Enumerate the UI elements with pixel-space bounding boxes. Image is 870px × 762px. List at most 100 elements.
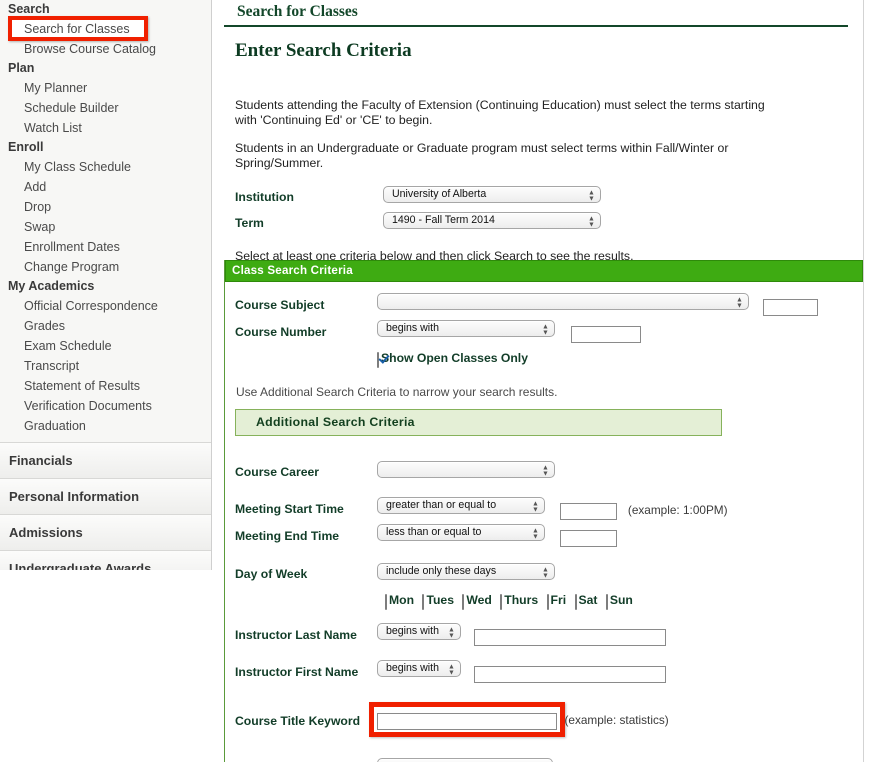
meeting-time-example: (example: 1:00PM): [622, 503, 728, 517]
meeting-end-operator-select[interactable]: less than or equal to: [377, 524, 545, 541]
sidebar-section-financials[interactable]: Financials: [0, 442, 211, 479]
day-label-mon: Mon: [389, 593, 414, 607]
instructor-last-operator-wrap: begins with ▲▼: [377, 623, 461, 645]
red-highlight-box-course-title-keyword: [377, 711, 557, 730]
meeting-start-time-input[interactable]: [560, 503, 617, 520]
term-select-cell: 1490 - Fall Term 2014 ▲▼: [383, 212, 601, 238]
institution-select-wrap: University of Alberta ▲▼: [383, 186, 601, 208]
instructor-first-operator-wrap: begins with ▲▼: [377, 660, 461, 682]
spacer-cell: [235, 587, 377, 614]
sidebar-item-official-correspondence[interactable]: Official Correspondence: [0, 296, 211, 316]
sidebar-item-drop[interactable]: Drop: [0, 197, 211, 217]
day-checkbox-wed[interactable]: [462, 594, 464, 610]
day-of-week-checkbox-group: Mon Tues Wed Thurs Fri Sat Sun: [377, 589, 728, 613]
meeting-end-time-cell: less than or equal to ▲▼: [377, 522, 728, 549]
sidebar-item-transcript[interactable]: Transcript: [0, 356, 211, 376]
instructor-first-operator-select[interactable]: begins with: [377, 660, 461, 677]
sidebar-item-graduation[interactable]: Graduation: [0, 416, 211, 436]
day-checkbox-sun[interactable]: [606, 594, 608, 610]
sidebar-section-admissions[interactable]: Admissions: [0, 514, 211, 551]
day-label-fri: Fri: [551, 593, 567, 607]
term-select[interactable]: 1490 - Fall Term 2014: [383, 212, 601, 229]
day-of-week-operator-select[interactable]: include only these days: [377, 563, 555, 580]
spacer-cell: [235, 345, 377, 372]
course-component-cell: ▲▼: [377, 755, 728, 762]
day-checkboxes-cell: Mon Tues Wed Thurs Fri Sat Sun: [377, 587, 728, 614]
course-career-row: Course Career ▲▼: [235, 458, 728, 485]
sidebar-item-search-for-classes[interactable]: Search for Classes: [0, 20, 211, 38]
sidebar-item-enrollment-dates[interactable]: Enrollment Dates: [0, 237, 211, 257]
instructor-last-name-row: Instructor Last Name begins with ▲▼: [235, 621, 728, 648]
day-of-week-cell: include only these days ▲▼: [377, 560, 728, 587]
instructor-last-operator-select[interactable]: begins with: [377, 623, 461, 640]
meeting-start-time-label: Meeting Start Time: [235, 495, 377, 522]
sidebar-item-my-planner[interactable]: My Planner: [0, 78, 211, 98]
course-title-keyword-row: Course Title Keyword (example: statistic…: [235, 707, 728, 734]
day-checkbox-sat[interactable]: [575, 594, 577, 610]
course-title-keyword-label: Course Title Keyword: [235, 707, 377, 734]
instructor-last-name-input[interactable]: [474, 629, 666, 646]
info-paragraph-continuing-ed: Students attending the Faculty of Extens…: [224, 98, 775, 128]
course-career-label: Course Career: [235, 458, 377, 485]
sidebar-section-undergraduate-awards[interactable]: Undergraduate Awards: [0, 550, 211, 570]
term-select-wrap: 1490 - Fall Term 2014 ▲▼: [383, 212, 601, 234]
term-label: Term: [235, 212, 383, 238]
show-open-classes-only-row[interactable]: Show Open Classes Only: [377, 347, 818, 371]
day-of-week-label: Day of Week: [235, 560, 377, 587]
course-number-input[interactable]: [571, 326, 641, 343]
instructor-first-name-row: Instructor First Name begins with ▲▼: [235, 658, 728, 685]
day-label-thurs: Thurs: [504, 593, 538, 607]
sidebar-section-personal-information[interactable]: Personal Information: [0, 478, 211, 515]
main-content: Search for Classes Enter Search Criteria…: [224, 0, 870, 762]
page-root: Search Search for Classes Browse Course …: [0, 0, 870, 762]
sidebar-item-swap[interactable]: Swap: [0, 217, 211, 237]
additional-search-criteria-toggle[interactable]: Additional Search Criteria: [235, 409, 722, 436]
day-checkbox-mon[interactable]: [385, 594, 387, 610]
info-paragraph-undergrad-grad: Students in an Undergraduate or Graduate…: [224, 141, 775, 171]
sidebar-item-verification-documents[interactable]: Verification Documents: [0, 396, 211, 416]
institution-select[interactable]: University of Alberta: [383, 186, 601, 203]
institution-select-cell: University of Alberta ▲▼: [383, 186, 601, 212]
course-subject-select[interactable]: [377, 293, 749, 310]
course-title-keyword-input[interactable]: [377, 713, 557, 730]
sidebar-item-watch-list[interactable]: Watch List: [0, 118, 211, 138]
meeting-start-operator-select[interactable]: greater than or equal to: [377, 497, 545, 514]
sidebar: Search Search for Classes Browse Course …: [0, 0, 212, 570]
sidebar-item-change-program[interactable]: Change Program: [0, 257, 211, 277]
meeting-end-time-input[interactable]: [560, 530, 617, 547]
day-checkbox-fri[interactable]: [547, 594, 549, 610]
course-title-example: (example: statistics): [561, 713, 668, 727]
institution-row: Institution University of Alberta ▲▼: [235, 186, 601, 212]
course-career-select[interactable]: [377, 461, 555, 478]
instructor-first-name-input[interactable]: [474, 666, 666, 683]
show-open-classes-only-checkbox[interactable]: [377, 352, 379, 368]
page-title: Search for Classes: [224, 0, 848, 27]
course-career-select-wrap: ▲▼: [377, 461, 555, 483]
sidebar-item-add[interactable]: Add: [0, 177, 211, 197]
course-number-operator-wrap: begins with ▲▼: [377, 320, 555, 342]
course-component-select[interactable]: [377, 758, 553, 762]
sidebar-item-exam-schedule[interactable]: Exam Schedule: [0, 336, 211, 356]
show-open-row: Show Open Classes Only: [235, 345, 818, 372]
sidebar-item-grades[interactable]: Grades: [0, 316, 211, 336]
instructor-last-name-cell: begins with ▲▼: [377, 621, 728, 648]
sidebar-item-my-class-schedule[interactable]: My Class Schedule: [0, 157, 211, 177]
course-subject-select-cell: ▲▼: [377, 291, 818, 318]
nav-group-title-enroll: Enroll: [0, 138, 211, 157]
meeting-end-time-row: Meeting End Time less than or equal to ▲…: [235, 522, 728, 549]
day-checkbox-thurs[interactable]: [500, 594, 502, 610]
sidebar-item-statement-of-results[interactable]: Statement of Results: [0, 376, 211, 396]
show-open-classes-only-label: Show Open Classes Only: [381, 351, 528, 365]
day-of-week-row: Day of Week include only these days ▲▼: [235, 560, 728, 587]
day-label-tues: Tues: [426, 593, 454, 607]
day-label-sun: Sun: [610, 593, 633, 607]
day-checkbox-tues[interactable]: [422, 594, 424, 610]
course-title-keyword-cell: (example: statistics): [377, 707, 728, 734]
day-checkbox-row: Mon Tues Wed Thurs Fri Sat Sun: [235, 587, 728, 614]
sidebar-item-browse-course-catalog[interactable]: Browse Course Catalog: [0, 39, 211, 59]
course-subject-code-input[interactable]: [763, 299, 818, 316]
sidebar-item-schedule-builder[interactable]: Schedule Builder: [0, 98, 211, 118]
course-number-operator-select[interactable]: begins with: [377, 320, 555, 337]
course-component-select-wrap: ▲▼: [377, 758, 553, 762]
basic-criteria-table: Course Subject ▲▼ Course Number begins w…: [235, 291, 818, 372]
